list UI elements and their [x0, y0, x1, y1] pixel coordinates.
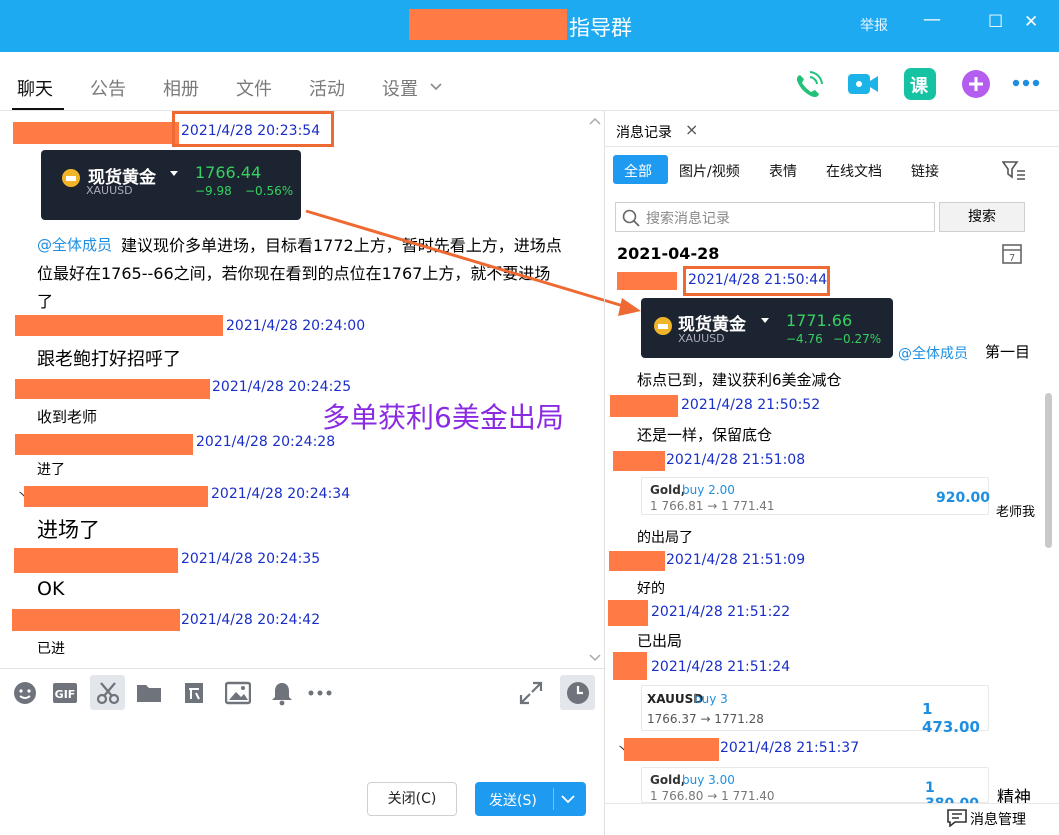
redacted-sender [610, 395, 678, 417]
trade-profit: 1 473.00 [922, 700, 980, 736]
send-button[interactable]: 发送(S) [489, 790, 537, 810]
history-divider [605, 146, 1059, 147]
message-text: 的出局了 [637, 530, 693, 546]
redacted-sender [624, 738, 719, 761]
trade-side: buy 3.00 [682, 773, 735, 787]
trade-profit: 920.00 [936, 490, 991, 506]
trade-side: buy 3 [694, 692, 728, 706]
trade-range: 1 766.81 → 1 771.41 [650, 499, 775, 513]
message-manage-button[interactable]: 消息管理 [970, 809, 1026, 829]
trade-card[interactable]: Gold, buy 3.00 1 766.80 → 1 771.40 1 380… [641, 767, 989, 812]
history-timestamp: 2021/4/28 21:51:08 [666, 452, 806, 468]
emoji-icon[interactable] [12, 680, 38, 706]
trade-range: 1 766.80 → 1 771.40 [650, 789, 775, 803]
history-timestamp: 2021/4/28 21:51:09 [666, 552, 806, 568]
history-scrollbar-thumb[interactable] [1045, 393, 1052, 548]
message-text: 老师我 [996, 505, 1036, 520]
trade-card[interactable]: Gold, buy 2.00 1 766.81 → 1 771.41 920.0… [641, 477, 991, 515]
redacted-sender [608, 600, 648, 626]
message-input[interactable] [8, 712, 598, 778]
quote-change: −4.76 [786, 332, 823, 346]
gif-icon[interactable]: GIF [52, 680, 78, 706]
trade-symbol: Gold, [650, 773, 686, 787]
document-icon[interactable] [181, 680, 207, 706]
filter-media[interactable]: 图片/视频 [679, 161, 740, 181]
expand-icon[interactable] [518, 680, 544, 706]
history-timestamp: 2021/4/28 21:51:24 [651, 659, 791, 675]
message-manage-icon[interactable] [947, 809, 967, 827]
search-icon [622, 209, 640, 227]
panel-divider [604, 111, 605, 835]
clock-icon [567, 682, 589, 704]
message-text: 好的 [637, 581, 665, 597]
redacted-sender [613, 652, 647, 680]
filter-links[interactable]: 链接 [911, 161, 939, 181]
bell-icon[interactable] [269, 680, 295, 706]
trade-symbol: Gold, [650, 483, 686, 497]
redacted-sender [613, 451, 665, 471]
history-timestamp: 2021/4/28 21:50:52 [681, 397, 821, 413]
quote-card[interactable]: 现货黄金 XAUUSD 1771.66 −4.76 −0.27% [641, 298, 893, 358]
message-text: 还是一样，保留底仓 [637, 426, 773, 444]
redacted-sender [609, 551, 665, 571]
scissors-icon[interactable] [95, 680, 121, 706]
quote-change-pct: −0.27% [833, 332, 882, 346]
mention-all[interactable]: @全体成员 [898, 343, 968, 363]
trade-card[interactable]: XAUUSD buy 3 1766.37 → 1771.28 1 473.00 [641, 685, 989, 736]
history-timestamp: 2021/4/28 21:50:44 [688, 272, 828, 288]
history-panel-title: 消息记录 [616, 125, 672, 141]
send-divider [553, 788, 554, 810]
quote-price: 1771.66 [786, 311, 853, 330]
gold-coin-icon [654, 317, 672, 335]
composer-divider [0, 668, 604, 669]
filter-all[interactable]: 全部 [613, 155, 668, 184]
search-button[interactable]: 搜索 [939, 202, 1025, 232]
date-header: 2021-04-28 [617, 244, 720, 263]
history-timestamp: 2021/4/28 21:51:22 [651, 604, 791, 620]
filter-icon[interactable] [1002, 160, 1026, 180]
history-timestamp: 2021/4/28 21:51:37 [720, 740, 860, 756]
search-placeholder: 搜索消息记录 [646, 211, 730, 227]
filter-stickers[interactable]: 表情 [769, 161, 797, 181]
chevron-down-icon[interactable] [561, 794, 575, 804]
more-icon[interactable] [307, 680, 333, 706]
calendar-icon[interactable]: 7 [1002, 242, 1022, 264]
send-button-group: 发送(S) [475, 782, 586, 816]
quote-symbol: XAUUSD [678, 332, 725, 345]
close-button[interactable]: 关闭(C) [367, 782, 457, 816]
message-text: 标点已到，建议获利6美金减仓 [637, 371, 842, 389]
folder-icon[interactable] [136, 680, 162, 706]
caret-down-icon [761, 318, 769, 323]
history-button[interactable] [560, 675, 595, 710]
message-text: 第一目 [985, 343, 1031, 361]
image-icon[interactable] [225, 680, 251, 706]
trade-range: 1766.37 → 1771.28 [647, 712, 764, 726]
history-search-input[interactable]: 搜索消息记录 [615, 202, 935, 232]
close-history-button[interactable]: × [685, 120, 698, 139]
filter-docs[interactable]: 在线文档 [826, 161, 882, 181]
trade-side: buy 2.00 [682, 483, 735, 497]
svg-text:GIF: GIF [55, 688, 76, 701]
redacted-sender [617, 272, 677, 290]
svg-text:7: 7 [1009, 253, 1015, 264]
message-text: 已出局 [637, 632, 683, 650]
